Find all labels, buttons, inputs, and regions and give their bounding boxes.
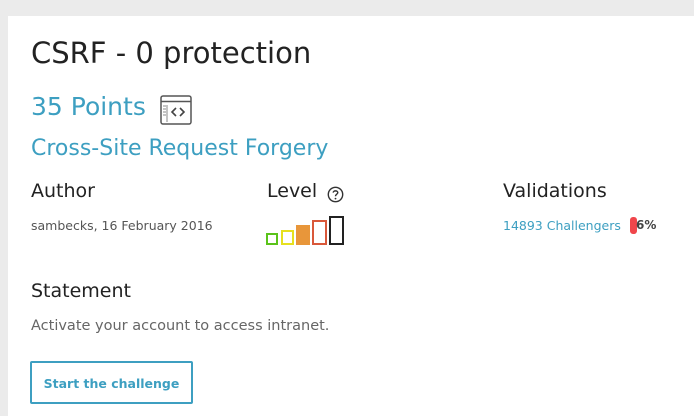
validation-rate-text: 6% xyxy=(636,218,657,232)
author-info: sambecks, 16 February 2016 xyxy=(31,218,213,233)
statement-text: Activate your account to access intranet… xyxy=(31,318,330,334)
challengers-link[interactable]: 14893 Challengers xyxy=(503,218,621,233)
level-heading: Level xyxy=(267,180,318,202)
level-bar-1 xyxy=(266,233,278,245)
validation-rate: 6% xyxy=(630,216,660,236)
question-circle-icon[interactable] xyxy=(327,186,344,203)
challenge-title: CSRF - 0 protection xyxy=(31,36,312,70)
web-client-icon xyxy=(160,95,192,125)
level-bar-4 xyxy=(312,220,327,245)
level-bar-2 xyxy=(281,230,294,245)
statement-heading: Statement xyxy=(31,280,131,302)
challenge-card: CSRF - 0 protection 35 Points Cross-Site… xyxy=(8,16,694,416)
challenge-points: 35 Points xyxy=(31,92,146,121)
level-bar-5 xyxy=(329,216,344,245)
level-indicator xyxy=(266,216,344,245)
validations-heading: Validations xyxy=(503,180,607,202)
author-heading: Author xyxy=(31,180,95,202)
start-challenge-button[interactable]: Start the challenge xyxy=(30,361,193,404)
level-bar-3 xyxy=(296,225,310,245)
challenge-category-link[interactable]: Cross-Site Request Forgery xyxy=(31,136,328,161)
